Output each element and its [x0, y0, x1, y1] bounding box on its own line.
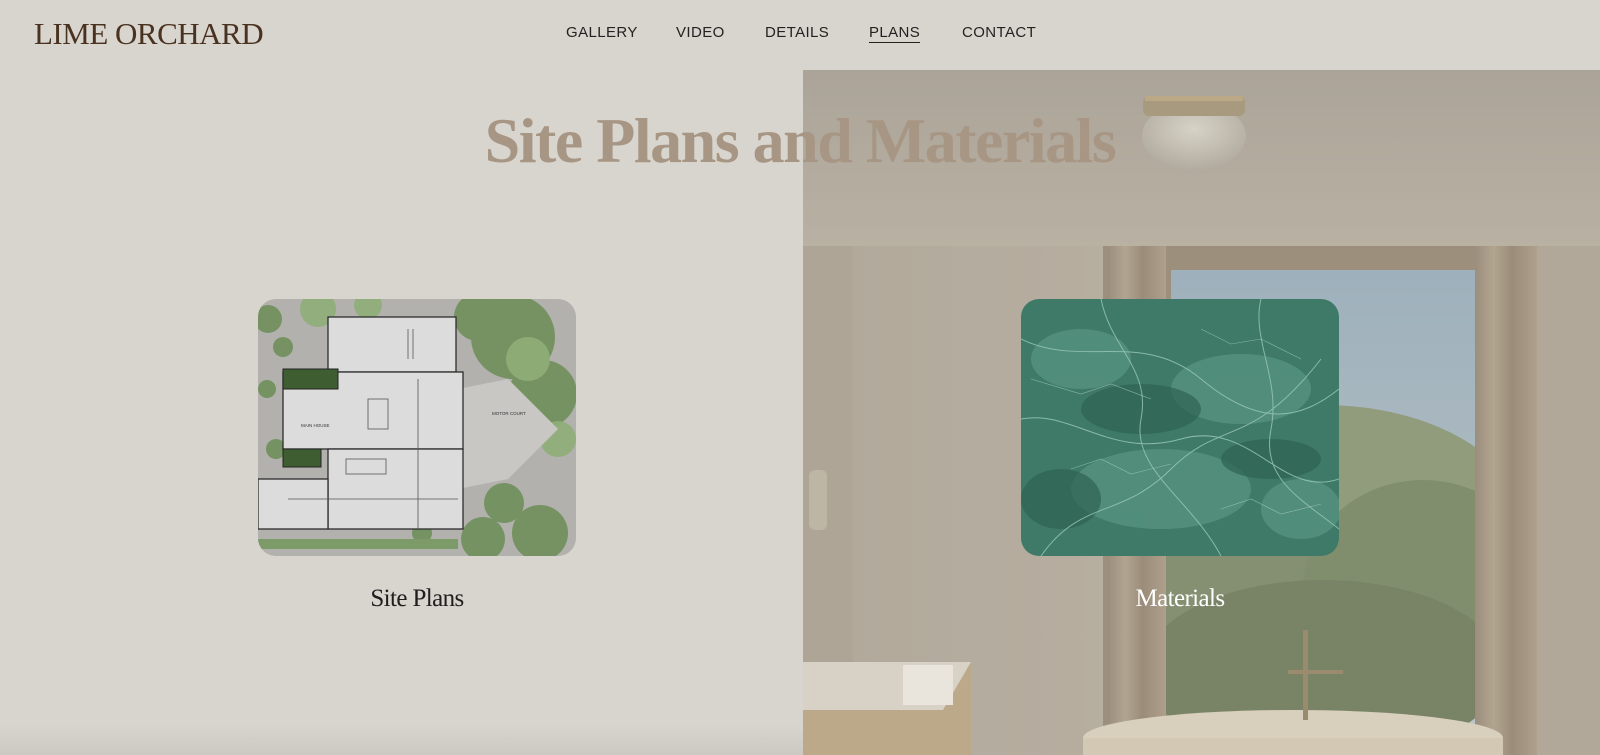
site-plans-card[interactable]: MAIN HOUSE MOTOR COURT Site Plans	[258, 299, 576, 613]
site-plan-thumbnail[interactable]: MAIN HOUSE MOTOR COURT	[258, 299, 576, 556]
nav-gallery[interactable]: GALLERY	[566, 24, 638, 41]
nav-details[interactable]: DETAILS	[765, 24, 829, 41]
nav-video[interactable]: VIDEO	[676, 24, 725, 41]
motor-court-annotation: MOTOR COURT	[492, 411, 526, 416]
site-plans-label[interactable]: Site Plans	[258, 585, 576, 613]
main-house-annotation: MAIN HOUSE	[301, 423, 330, 428]
green-marble-thumbnail[interactable]	[1021, 299, 1339, 556]
materials-label[interactable]: Materials	[1021, 585, 1339, 613]
materials-card[interactable]: Materials	[1021, 299, 1339, 613]
nav-plans[interactable]: PLANS	[869, 24, 921, 43]
nav-contact[interactable]: CONTACT	[962, 24, 1036, 41]
site-header: LIME ORCHARD GALLERY VIDEO DETAILS PLANS…	[0, 0, 1600, 70]
bottom-shade	[0, 725, 803, 755]
main-nav: GALLERY VIDEO DETAILS PLANS CONTACT	[0, 24, 1600, 48]
